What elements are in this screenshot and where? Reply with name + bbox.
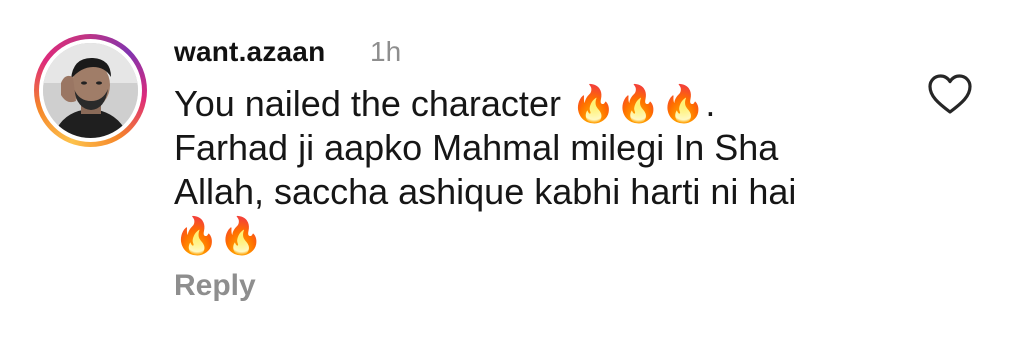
comment-username[interactable]: want.azaan [174, 34, 325, 70]
comment-text: You nailed the character 🔥🔥🔥. Farhad ji … [174, 83, 797, 256]
comment-timestamp: 1h [370, 36, 402, 67]
avatar[interactable] [43, 43, 138, 138]
reply-button[interactable]: Reply [174, 266, 256, 306]
heart-outline-icon [928, 74, 972, 114]
avatar-photo [43, 43, 138, 138]
comment: want.azaan 1h You nailed the character 🔥… [0, 0, 1024, 343]
avatar-story-ring[interactable] [34, 34, 147, 147]
like-button[interactable] [926, 72, 974, 116]
